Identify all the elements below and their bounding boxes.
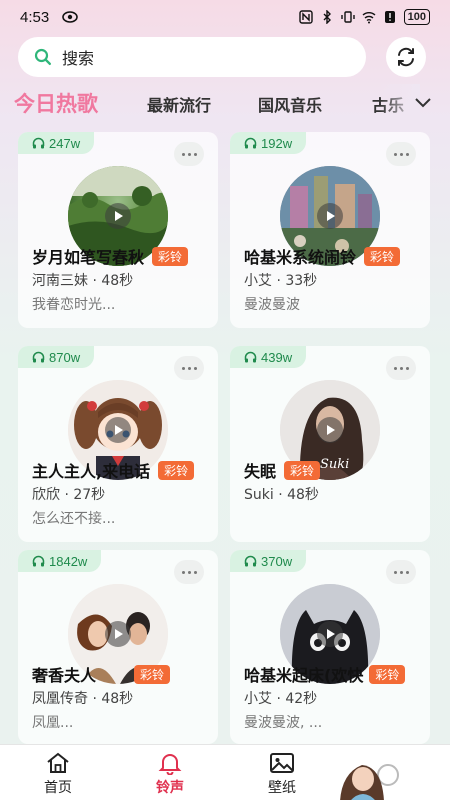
image-icon xyxy=(270,753,294,773)
more-button[interactable] xyxy=(174,142,204,166)
ringtone-card[interactable]: 247w 岁月如笔写春秋 彩铃 河南三妹 · 48秒 我眷恋时光... xyxy=(18,132,218,328)
ringtone-card[interactable]: 870w 主人主人,来电话 彩铃 欣欣 · 27秒 怎么还不接... xyxy=(18,346,218,542)
play-count-badge: 439w xyxy=(230,346,307,368)
play-icon[interactable] xyxy=(317,203,343,229)
refresh-icon xyxy=(398,47,414,67)
ringtone-card[interactable]: 439w Suki 失眠 彩铃 Suki · 48秒 xyxy=(230,346,430,542)
title-row: 哈基米起床(欢快 彩铃 xyxy=(244,662,406,686)
svg-text:Suki: Suki xyxy=(320,457,349,472)
search-placeholder: 搜索 xyxy=(62,49,95,68)
play-count: 192w xyxy=(261,135,293,151)
lyric-preview: 凤凰... xyxy=(32,715,74,731)
headphones-icon xyxy=(32,555,45,567)
play-count-badge: 192w xyxy=(230,132,307,154)
more-button[interactable] xyxy=(386,356,416,380)
play-icon[interactable] xyxy=(105,203,131,229)
artist-duration: 河南三妹 · 48秒 xyxy=(32,273,134,289)
battery-indicator: 100 xyxy=(403,9,430,25)
nav-home-label: 首页 xyxy=(44,780,72,796)
play-count: 1842w xyxy=(49,553,88,569)
title-row: 主人主人,来电话 彩铃 xyxy=(32,458,195,482)
headphones-icon xyxy=(244,137,257,149)
title-row: 岁月如笔写春秋 彩铃 xyxy=(32,244,189,268)
status-icons: 100 xyxy=(298,9,430,25)
headphones-icon xyxy=(244,351,257,363)
play-icon[interactable] xyxy=(105,621,131,647)
title-row: 失眠 彩铃 xyxy=(244,458,321,482)
status-time: 4:53 xyxy=(20,9,50,26)
artist-duration: 欣欣 · 27秒 xyxy=(32,487,106,503)
more-button[interactable] xyxy=(386,560,416,584)
status-bar: 4:53 100 xyxy=(0,0,450,34)
nav-wallpaper[interactable]: 壁纸 xyxy=(252,751,312,797)
song-title: 哈基米系统闹铃 xyxy=(244,248,357,267)
wifi-icon xyxy=(362,12,376,24)
refresh-button[interactable] xyxy=(386,37,426,77)
play-count-badge: 370w xyxy=(230,550,307,572)
color-ring-badge: 彩铃 xyxy=(134,664,171,684)
artist-duration: 小艾 · 33秒 xyxy=(244,273,318,289)
ringtone-card[interactable]: 1842w 奢香夫人 彩铃 凤凰传奇 · 48秒 凤凰... xyxy=(18,550,218,744)
song-title: 主人主人,来电话 xyxy=(32,462,151,481)
bottom-nav: 首页 铃声 壁纸 xyxy=(0,744,450,800)
lyric-preview: 曼波曼波, ... xyxy=(244,715,323,731)
more-button[interactable] xyxy=(174,356,204,380)
color-ring-badge: 彩铃 xyxy=(369,664,406,684)
chevron-down-icon[interactable] xyxy=(414,96,432,110)
color-ring-badge: 彩铃 xyxy=(364,246,401,266)
play-icon[interactable] xyxy=(317,417,343,443)
nav-home[interactable]: 首页 xyxy=(28,751,88,797)
lyric-preview: 曼波曼波 xyxy=(244,297,300,313)
alert-icon xyxy=(384,11,395,23)
lyric-preview: 怎么还不接... xyxy=(32,511,116,527)
nav-ringtone-label: 铃声 xyxy=(156,780,184,796)
avatar[interactable] xyxy=(330,753,402,800)
play-count: 439w xyxy=(261,349,293,365)
play-icon[interactable] xyxy=(105,417,131,443)
play-icon[interactable] xyxy=(317,621,343,647)
headphones-icon xyxy=(32,351,45,363)
song-title: 奢香夫人 xyxy=(32,666,97,685)
lyric-preview: 我眷恋时光... xyxy=(32,297,116,313)
play-count-badge: 247w xyxy=(18,132,95,154)
title-row: 奢香夫人 彩铃 xyxy=(32,662,171,686)
search-input[interactable]: 搜索 xyxy=(18,37,366,77)
play-count-badge: 870w xyxy=(18,346,95,368)
eye-icon xyxy=(62,11,78,23)
category-tabs: 今日热歌 最新流行 国风音乐 古乐 xyxy=(0,84,450,124)
play-count: 247w xyxy=(49,135,81,151)
nav-wallpaper-label: 壁纸 xyxy=(268,780,296,796)
headphones-icon xyxy=(32,137,45,149)
more-button[interactable] xyxy=(174,560,204,584)
more-button[interactable] xyxy=(386,142,416,166)
play-count: 870w xyxy=(49,349,81,365)
bluetooth-icon xyxy=(323,10,331,24)
song-title: 岁月如笔写春秋 xyxy=(32,248,145,267)
tab-latest-pop[interactable]: 最新流行 xyxy=(147,92,211,116)
color-ring-badge: 彩铃 xyxy=(284,460,321,480)
title-row: 哈基米系统闹铃 彩铃 xyxy=(244,244,401,268)
artist-duration: 小艾 · 42秒 xyxy=(244,691,318,707)
artist-duration: Suki · 48秒 xyxy=(244,487,319,503)
vibrate-icon xyxy=(340,11,355,23)
ringtone-card[interactable]: 370w 哈基米起床(欢快 彩铃 小艾 · 42秒 曼波曼波, ... xyxy=(230,550,430,744)
song-title: 哈基米起床(欢快 xyxy=(244,666,364,685)
play-count-badge: 1842w xyxy=(18,550,102,572)
nav-ringtone[interactable]: 铃声 xyxy=(140,751,200,797)
home-icon xyxy=(47,752,69,773)
artist-duration: 凤凰传奇 · 48秒 xyxy=(32,691,134,707)
tab-guofeng[interactable]: 国风音乐 xyxy=(258,92,322,116)
color-ring-badge: 彩铃 xyxy=(158,460,195,480)
headphones-icon xyxy=(244,555,257,567)
nfc-icon xyxy=(298,10,313,24)
ringtone-card[interactable]: 192w 哈基米系统闹铃 彩铃 小艾 · 33秒 曼波曼波 xyxy=(230,132,430,328)
play-count: 370w xyxy=(261,553,293,569)
color-ring-badge: 彩铃 xyxy=(152,246,189,266)
song-title: 失眠 xyxy=(244,462,277,481)
tab-today-hot[interactable]: 今日热歌 xyxy=(14,88,98,118)
search-icon xyxy=(34,48,51,65)
bell-icon xyxy=(158,754,182,775)
